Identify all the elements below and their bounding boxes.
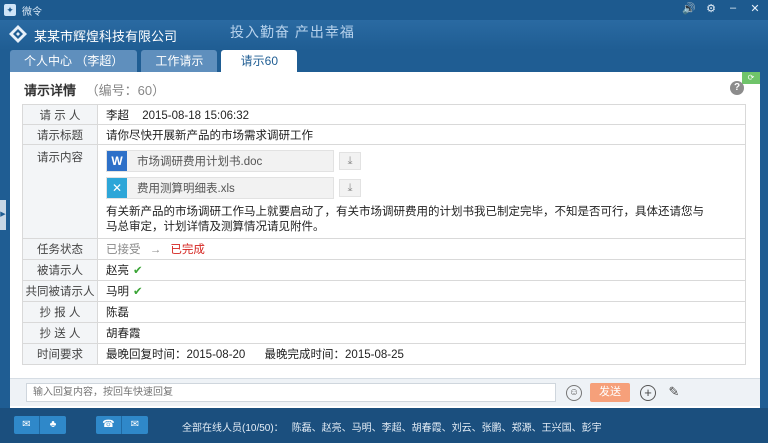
app-name: 微令	[22, 6, 42, 18]
window-controls: 🔊 ⚙ – ✕	[682, 2, 762, 15]
page-title: 请示详情	[24, 83, 77, 98]
label-subject: 请示标题	[22, 124, 98, 145]
company-logo-icon	[9, 25, 27, 43]
online-user-list: 陈磊、赵亮、马明、李超、胡春霞、刘云、张鹏、郑源、王兴国、彭宇	[291, 423, 602, 434]
label-assignee: 被请示人	[22, 259, 98, 281]
row-content: 请示内容 W 市场调研费用计划书.doc ⤓ ✕ 费用测算明细表.xls ⤓ 有…	[22, 144, 746, 239]
reply-input[interactable]	[26, 383, 556, 402]
detail-table: 请 示 人 李超 2015-08-18 15:06:32 请示标题 请你尽快开展…	[22, 104, 746, 365]
row-report-to: 抄 报 人 陈磊	[22, 301, 746, 323]
tab-personal-center[interactable]: 个人中心 （李超）	[10, 50, 138, 72]
arrow-right-icon: →	[149, 244, 162, 256]
status-bar: ✉ ♣ ☎ ✉ 全部在线人员(10/50)： 陈磊、赵亮、马明、李超、胡春霞、刘云…	[0, 408, 768, 443]
content-text: 有关新产品的市场调研工作马上就要启动了，有关市场调研费用的计划书我已制定完毕，不…	[106, 206, 704, 233]
edit-icon[interactable]: ✎	[666, 384, 682, 400]
attachment-doc[interactable]: W 市场调研费用计划书.doc ⤓	[106, 150, 361, 172]
chat-icon[interactable]: ✉	[122, 416, 148, 434]
corner-badge-icon: ⟳	[742, 72, 760, 84]
emoji-icon[interactable]: ☺	[566, 385, 582, 401]
bottom-button-group-right: ☎ ✉	[96, 416, 148, 434]
check-icon: ✔	[133, 286, 143, 298]
cc-name: 胡春霞	[97, 322, 746, 344]
co-assignee-name: 马明	[106, 286, 129, 298]
close-icon[interactable]: ✕	[748, 2, 762, 15]
reply-bar: ☺ 发送 + ✎	[10, 378, 760, 406]
help-icon[interactable]: ?	[730, 81, 744, 95]
status-completed: 已完成	[170, 244, 205, 256]
online-users: 全部在线人员(10/50)： 陈磊、赵亮、马明、李超、胡春霞、刘云、张鹏、郑源、王…	[182, 419, 602, 434]
mail-icon[interactable]: ✉	[14, 416, 40, 434]
phone-icon[interactable]: ☎	[96, 416, 122, 434]
label-report-to: 抄 报 人	[22, 301, 98, 323]
app-logo-icon: ✦	[4, 4, 16, 16]
row-subject: 请示标题 请你尽快开展新产品的市场需求调研工作	[22, 124, 746, 145]
requester-name: 李超	[106, 109, 129, 122]
online-label: 全部在线人员(10/50)：	[182, 423, 284, 434]
assignee-name: 赵亮	[106, 265, 129, 277]
excel-file-icon: ✕	[107, 178, 127, 198]
add-icon[interactable]: +	[640, 385, 656, 401]
label-co-assignee: 共同被请示人	[22, 280, 98, 302]
settings-icon[interactable]: ⚙	[704, 2, 718, 15]
request-number: （编号：60）	[85, 83, 166, 98]
row-requester: 请 示 人 李超 2015-08-18 15:06:32	[22, 104, 746, 125]
label-cc: 抄 送 人	[22, 322, 98, 344]
minimize-icon[interactable]: –	[726, 2, 740, 15]
bell-icon[interactable]: ♣	[40, 416, 66, 434]
label-deadline: 时间要求	[22, 343, 98, 365]
row-deadline: 时间要求 最晚回复时间：2015-08-20 最晚完成时间：2015-08-25	[22, 343, 746, 365]
label-status: 任务状态	[22, 238, 98, 260]
slogan: 投入勤奋 产出幸福	[230, 24, 355, 40]
row-co-assignee: 共同被请示人 马明 ✔	[22, 280, 746, 302]
label-content: 请示内容	[22, 144, 98, 239]
volume-icon[interactable]: 🔊	[682, 2, 696, 15]
word-file-icon: W	[107, 151, 127, 171]
status-accepted: 已接受	[106, 244, 141, 256]
attachment-xls[interactable]: ✕ 费用测算明细表.xls ⤓	[106, 177, 361, 199]
row-cc: 抄 送 人 胡春霞	[22, 322, 746, 344]
request-detail-panel: ⟳ 请示详情 （编号：60） ? 请 示 人 李超 2015-08-18 15:…	[10, 72, 760, 408]
side-collapse-handle[interactable]: ▶	[0, 200, 6, 230]
window-titlebar: ✦ 微令 🔊 ⚙ – ✕	[0, 0, 768, 20]
app-header: 某某市辉煌科技有限公司 投入勤奋 产出幸福	[0, 20, 768, 50]
bottom-button-group-left: ✉ ♣	[14, 416, 66, 434]
detail-title-row: 请示详情 （编号：60）	[24, 80, 165, 99]
reply-deadline: 最晚回复时间：2015-08-20	[106, 349, 246, 361]
tab-bar: 个人中心 （李超） 工作请示 请示60	[10, 50, 298, 72]
label-requester: 请 示 人	[22, 104, 98, 125]
tab-request-60[interactable]: 请示60	[221, 50, 298, 72]
tab-work-requests[interactable]: 工作请示	[141, 50, 218, 72]
subject-value: 请你尽快开展新产品的市场需求调研工作	[97, 124, 746, 145]
complete-deadline: 最晚完成时间：2015-08-25	[264, 349, 404, 361]
attachment-name: 费用测算明细表.xls	[137, 183, 235, 195]
report-to-name: 陈磊	[97, 301, 746, 323]
download-icon[interactable]: ⤓	[339, 152, 361, 170]
request-time: 2015-08-18 15:06:32	[142, 109, 249, 122]
download-icon[interactable]: ⤓	[339, 179, 361, 197]
company-name: 某某市辉煌科技有限公司	[34, 29, 178, 44]
row-assignee: 被请示人 赵亮 ✔	[22, 259, 746, 281]
check-icon: ✔	[133, 265, 143, 277]
row-status: 任务状态 已接受 → 已完成	[22, 238, 746, 260]
send-button[interactable]: 发送	[590, 383, 630, 402]
attachment-name: 市场调研费用计划书.doc	[137, 156, 263, 168]
